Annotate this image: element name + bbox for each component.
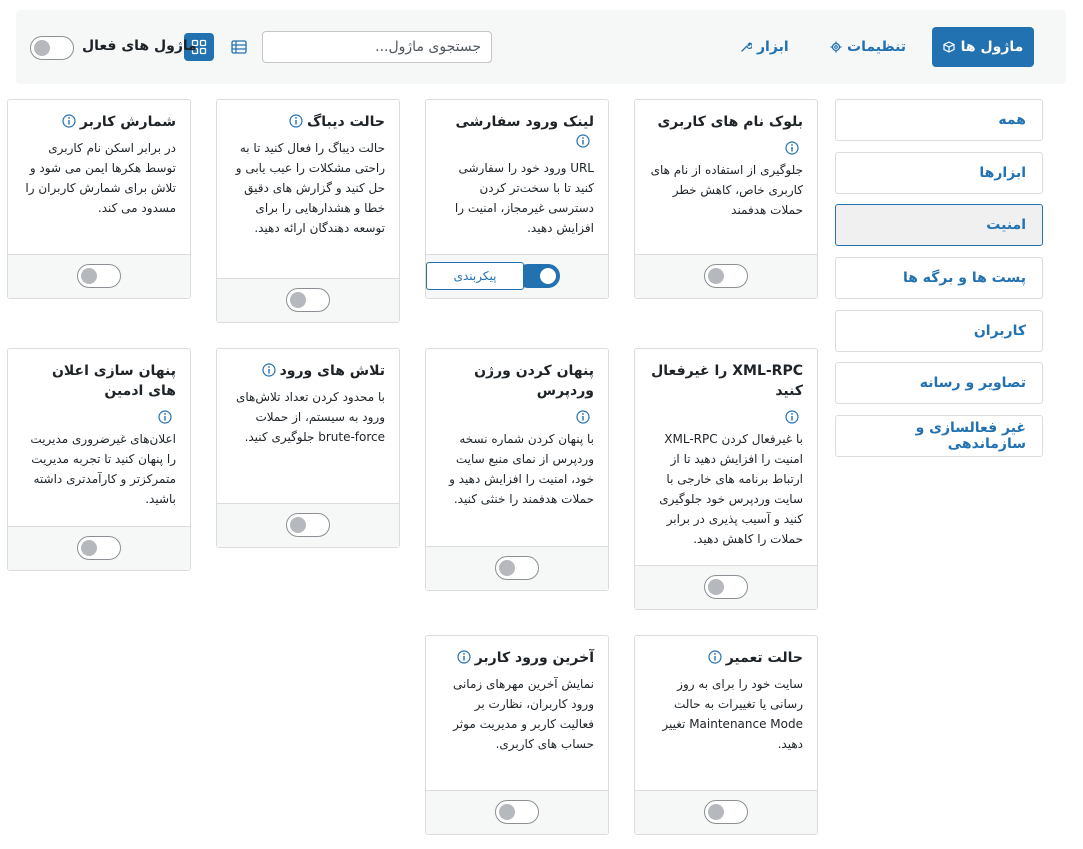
module-title: بلوک نام های کاربری xyxy=(657,114,803,130)
module-title: لینک ورود سفارشی xyxy=(440,112,594,152)
module-description: اعلان‌های غیرضروری مدیریت را پنهان کنید … xyxy=(30,432,176,506)
info-icon[interactable] xyxy=(289,114,303,128)
module-title: پنهان سازی اعلان های ادمین xyxy=(51,363,176,399)
sidebar-item-security[interactable]: امنیت xyxy=(835,204,1043,246)
module-description: با محدود کردن تعداد تلاش‌های ورود به سیس… xyxy=(236,390,385,444)
module-card-login-attempts: تلاش های ورود با محدود کردن تعداد تلاش‌ه… xyxy=(216,348,400,548)
sidebar-item-label: کاربران xyxy=(973,323,1026,339)
active-modules-label: ماژول های فعال xyxy=(82,38,197,54)
wrench-icon xyxy=(741,42,752,52)
tab-tools-label: ابزار xyxy=(757,39,789,55)
module-title-text: تلاش های ورود xyxy=(279,363,385,379)
module-description: حالت دیباگ را فعال کنید تا به راحتی مشکل… xyxy=(235,141,385,235)
module-title: حالت تعمیر xyxy=(649,648,803,668)
module-description: با غیرفعال کردن XML-RPC امنیت را افزایش … xyxy=(659,432,803,546)
module-title: تلاش های ورود xyxy=(231,361,385,381)
active-modules-toggle[interactable] xyxy=(30,36,74,60)
gear-icon xyxy=(830,41,842,53)
module-description: نمایش آخرین مهرهای زمانی ورود کاربران، ن… xyxy=(452,677,594,751)
info-icon[interactable] xyxy=(785,410,799,424)
sidebar-item-media[interactable]: تصاویر و رسانه xyxy=(835,362,1043,404)
sidebar-item-posts-pages[interactable]: پست ها و برگه ها xyxy=(835,257,1043,299)
sidebar-item-all[interactable]: همه xyxy=(835,99,1043,141)
info-icon[interactable] xyxy=(576,410,590,424)
module-card-last-user-login: آخرین ورود کاربر نمایش آخرین مهرهای زمان… xyxy=(425,635,609,835)
top-toolbar: ماژول ها تنظیمات ابزار ماژول های فعال xyxy=(16,10,1066,84)
module-title-text: آخرین ورود کاربر xyxy=(474,650,594,666)
module-card-hide-wp-version: پنهان کردن ورژن وردپرس با پنهان کردن شما… xyxy=(425,348,609,591)
module-card-block-usernames: بلوک نام های کاربری جلوگیری از استفاده ا… xyxy=(634,99,818,299)
info-icon[interactable] xyxy=(576,134,590,148)
sidebar-item-label: امنیت xyxy=(986,217,1026,233)
module-description: با پنهان کردن شماره نسخه وردپرس از نمای … xyxy=(449,432,594,506)
tab-tools[interactable]: ابزار xyxy=(740,36,789,58)
sidebar-item-label: ابزارها xyxy=(979,165,1026,181)
info-icon[interactable] xyxy=(62,114,76,128)
tab-settings-label: تنظیمات xyxy=(847,39,907,55)
module-toggle[interactable] xyxy=(704,264,748,288)
module-card-debug-mode: حالت دیباگ حالت دیباگ را فعال کنید تا به… xyxy=(216,99,400,323)
configure-button[interactable]: پیکربندی xyxy=(426,262,524,290)
info-icon[interactable] xyxy=(457,650,471,664)
info-icon[interactable] xyxy=(785,141,799,155)
list-view-button[interactable] xyxy=(224,33,254,61)
module-card-user-enumeration: شمارش کاربر در برابر اسکن نام کاربری توس… xyxy=(7,99,191,299)
module-card-hide-admin-notices: پنهان سازی اعلان های ادمین اعلان‌های غیر… xyxy=(7,348,191,571)
module-toggle[interactable] xyxy=(77,536,121,560)
sidebar-item-label: غیر فعالسازی و سازماندهی xyxy=(915,420,1026,452)
tab-settings[interactable]: تنظیمات xyxy=(830,36,906,58)
tab-modules-label: ماژول ها xyxy=(960,39,1024,55)
cube-icon xyxy=(943,41,955,53)
module-title: حالت دیباگ xyxy=(231,112,385,132)
list-icon xyxy=(231,40,247,54)
module-card-maintenance-mode: حالت تعمیر سایت خود را برای به روز رسانی… xyxy=(634,635,818,835)
module-title-text: شمارش کاربر xyxy=(79,114,176,130)
module-card-disable-xmlrpc: XML-RPC را غیرفعال کنید با غیرفعال کردن … xyxy=(634,348,818,610)
tab-modules[interactable]: ماژول ها xyxy=(932,27,1034,67)
module-toggle[interactable] xyxy=(704,575,748,599)
module-toggle[interactable] xyxy=(704,800,748,824)
module-title: آخرین ورود کاربر xyxy=(440,648,594,668)
module-description: URL ورود خود را سفارشی کنید تا با سخت‌تر… xyxy=(454,161,594,235)
module-description: در برابر اسکن نام کاربری توسط هکرها ایمن… xyxy=(25,141,176,215)
module-title-text: حالت دیباگ xyxy=(306,114,385,130)
search-input[interactable] xyxy=(262,31,492,63)
module-title: شمارش کاربر xyxy=(22,112,176,132)
module-toggle[interactable] xyxy=(77,264,121,288)
module-card-custom-login-link: لینک ورود سفارشی URL ورود خود را سفارشی … xyxy=(425,99,609,299)
info-icon[interactable] xyxy=(158,410,172,424)
sidebar-item-tools[interactable]: ابزارها xyxy=(835,152,1043,194)
module-title-text: لینک ورود سفارشی xyxy=(455,114,594,130)
module-toggle[interactable] xyxy=(495,556,539,580)
module-title-text: حالت تعمیر xyxy=(725,650,803,666)
sidebar-item-label: پست ها و برگه ها xyxy=(902,270,1026,286)
sidebar-item-disable-organize[interactable]: غیر فعالسازی و سازماندهی xyxy=(835,415,1043,457)
sidebar-item-label: همه xyxy=(998,112,1026,128)
module-title: XML-RPC را غیرفعال کنید xyxy=(651,363,803,399)
module-toggle[interactable] xyxy=(286,288,330,312)
sidebar-item-label: تصاویر و رسانه xyxy=(919,375,1026,391)
info-icon[interactable] xyxy=(261,363,276,377)
sidebar-item-users[interactable]: کاربران xyxy=(835,310,1043,352)
module-description: جلوگیری از استفاده از نام های کاربری خاص… xyxy=(650,163,803,217)
module-toggle[interactable] xyxy=(495,800,539,824)
module-toggle[interactable] xyxy=(286,513,330,537)
module-title: پنهان کردن ورژن وردپرس xyxy=(474,363,594,399)
module-description: سایت خود را برای به روز رسانی یا تغییرات… xyxy=(662,677,803,751)
info-icon[interactable] xyxy=(708,650,722,664)
